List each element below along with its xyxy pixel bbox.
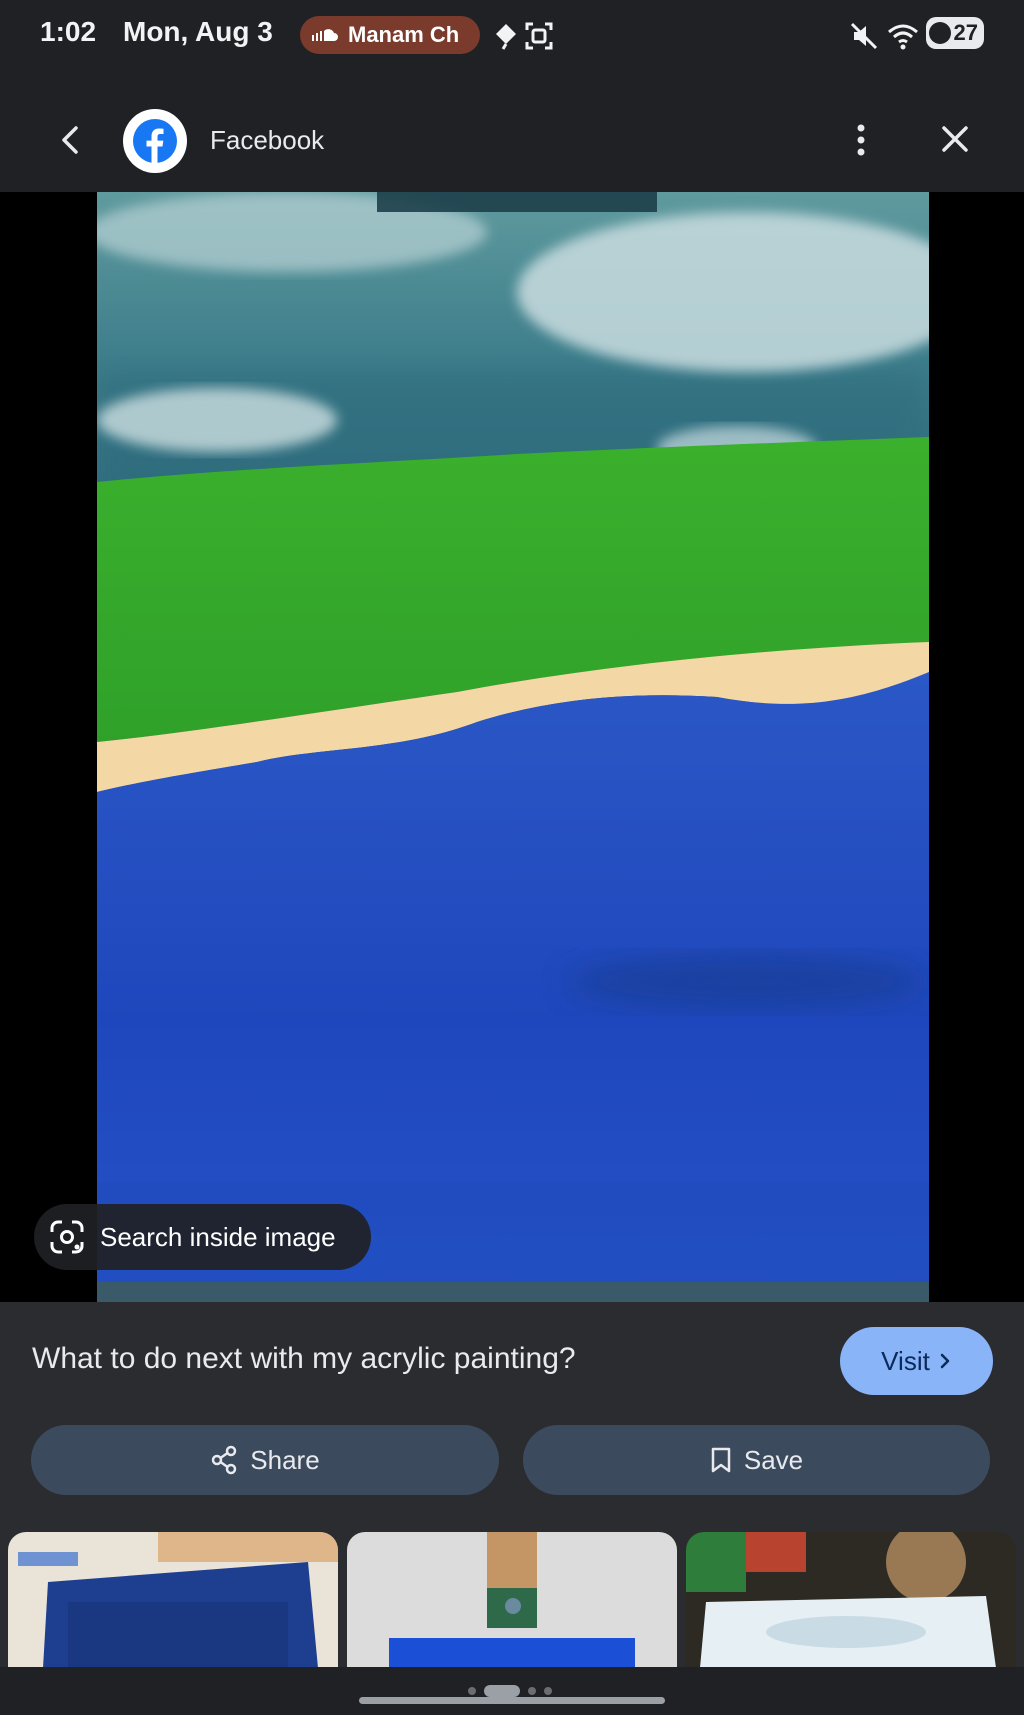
close-icon[interactable]: [936, 120, 974, 158]
page-dot: [544, 1687, 552, 1695]
app-bar: Facebook: [0, 92, 1024, 188]
notification-pill-text: Manam Ch: [348, 22, 460, 47]
share-icon: [212, 1445, 237, 1475]
image-caption[interactable]: What to do next with my acrylic painting…: [32, 1342, 812, 1376]
page-indicator: [468, 1685, 552, 1697]
related-image-3[interactable]: [686, 1532, 1016, 1668]
charging-icon: [929, 22, 951, 44]
page-dot-active: [484, 1685, 520, 1697]
battery-icon: 27: [926, 17, 984, 49]
facebook-logo-icon: [133, 119, 177, 163]
battery-level: 27: [953, 20, 978, 45]
save-button[interactable]: Save: [523, 1425, 990, 1495]
screenshot-icon: [525, 22, 553, 50]
painting-image: [97, 192, 929, 1302]
image-viewer[interactable]: Search inside image: [0, 192, 1024, 1302]
save-label: Save: [743, 1444, 804, 1475]
image-info-panel: What to do next with my acrylic painting…: [0, 1302, 1024, 1715]
visit-button[interactable]: Visit: [840, 1327, 993, 1395]
source-title[interactable]: Facebook: [210, 125, 324, 156]
google-lens-icon: [50, 1220, 84, 1254]
status-time: 1:02: [40, 16, 97, 47]
visit-label: Visit: [881, 1345, 930, 1376]
soundcloud-icon: [312, 29, 338, 41]
mute-icon: [850, 22, 878, 50]
share-label: Share: [250, 1444, 320, 1475]
search-inside-image-label: Search inside image: [100, 1221, 336, 1252]
page-dot: [528, 1687, 536, 1695]
page-dot: [468, 1687, 476, 1695]
back-button[interactable]: [50, 118, 90, 162]
home-gesture-bar[interactable]: [359, 1697, 665, 1704]
status-bar: 1:02 Mon, Aug 3 Manam Ch 27: [0, 0, 1024, 70]
facebook-icon[interactable]: [123, 109, 187, 173]
share-button[interactable]: Share: [31, 1425, 499, 1495]
notification-pill[interactable]: Manam Ch: [300, 16, 480, 54]
related-image-2[interactable]: [347, 1532, 677, 1668]
status-date: Mon, Aug 3: [123, 16, 273, 47]
search-inside-image-button[interactable]: Search inside image: [34, 1204, 371, 1270]
bookmark-icon: [711, 1447, 731, 1473]
more-options-icon[interactable]: [846, 118, 876, 162]
location-icon: [496, 24, 516, 50]
chevron-right-icon: [940, 1353, 950, 1369]
related-image-1[interactable]: [8, 1532, 338, 1668]
wifi-icon: [888, 24, 918, 50]
